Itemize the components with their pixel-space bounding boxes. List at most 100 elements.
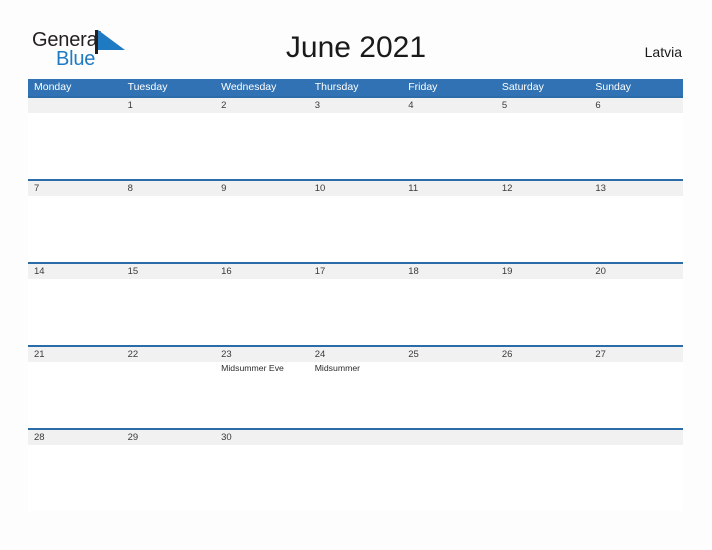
day-cell[interactable] [215,279,309,345]
day-cell[interactable] [309,445,403,511]
day-cell[interactable] [215,445,309,511]
day-number[interactable]: 27 [589,347,683,362]
day-number[interactable] [402,430,496,445]
day-cell[interactable] [402,196,496,262]
weekday-header-wednesday: Wednesday [221,81,277,93]
week-body-row [28,445,683,511]
day-cell[interactable] [215,113,309,179]
calendar-week-row: 28 29 30 [28,428,683,511]
day-cell[interactable] [589,445,683,511]
weekday-header-row: Monday Tuesday Wednesday Thursday Friday… [28,79,683,96]
page-header: General Blue June 2021 Latvia [0,0,712,78]
week-date-band: 21 22 23 24 25 26 27 [28,347,683,362]
day-number[interactable]: 3 [309,98,403,113]
day-number[interactable]: 18 [402,264,496,279]
day-cell[interactable] [402,279,496,345]
calendar-week-row: 123456 [28,96,683,179]
day-cell[interactable] [122,445,216,511]
day-number[interactable]: 15 [122,264,216,279]
day-cell[interactable] [496,279,590,345]
day-number[interactable]: 23 [215,347,309,362]
calendar-week-row: 7 8 9 10 11 12 13 [28,179,683,262]
day-cell[interactable] [589,362,683,428]
day-cell[interactable] [402,362,496,428]
weekday-header-saturday: Saturday [501,81,544,93]
week-date-band: 28 29 30 [28,430,683,445]
week-body-row [28,196,683,262]
weekday-header-thursday: Thursday [314,81,359,93]
week-body-row: Midsummer Eve Midsummer [28,362,683,428]
day-cell[interactable]: Midsummer Eve [215,362,309,428]
day-cell[interactable] [122,279,216,345]
weekday-header-friday: Friday [408,81,438,93]
day-number[interactable]: 16 [215,264,309,279]
day-number[interactable]: 10 [309,181,403,196]
calendar-weeks: 1 2 3 4 5 6 7 8 9 10 11 12 13 14 15 16 17 18 19 20 21 22 23 24 2… [28,96,683,511]
day-number[interactable]: 13 [589,181,683,196]
holiday-event-label: Midsummer [314,363,361,373]
day-number[interactable]: 24 [309,347,403,362]
week-body-row [28,113,683,179]
day-cell[interactable] [28,445,122,511]
day-number[interactable]: 21 [28,347,122,362]
weekday-header-tuesday: Tuesday [127,81,168,93]
day-number[interactable]: 20 [589,264,683,279]
day-number[interactable] [496,430,590,445]
day-cell[interactable] [28,362,122,428]
day-cell[interactable] [122,362,216,428]
holiday-event-label: Midsummer Eve [221,363,284,373]
day-number[interactable]: 12 [496,181,590,196]
calendar-week-row: 14 15 16 17 18 19 20 [28,262,683,345]
day-cell[interactable] [215,196,309,262]
day-cell[interactable] [28,279,122,345]
day-number[interactable]: 9 [215,181,309,196]
day-number[interactable]: 11 [402,181,496,196]
country-label: Latvia [644,44,682,60]
day-cell[interactable] [496,113,590,179]
day-cell[interactable] [589,113,683,179]
calendar-week-row: 21 22 23 24 25 26 27 Midsummer Eve Midsummer [28,345,683,428]
day-cell[interactable] [402,445,496,511]
day-cell[interactable] [122,196,216,262]
day-cell[interactable] [402,113,496,179]
day-number[interactable] [589,430,683,445]
day-number[interactable]: 19 [496,264,590,279]
day-number[interactable]: 7 [28,181,122,196]
day-cell[interactable] [28,113,122,179]
day-number[interactable]: 29 [122,430,216,445]
day-cell[interactable]: Midsummer [309,362,403,428]
day-cell[interactable] [496,445,590,511]
day-number[interactable]: 17 [309,264,403,279]
day-cell[interactable] [122,113,216,179]
day-number[interactable]: 4 [402,98,496,113]
week-date-band: 7 8 9 10 11 12 13 [28,181,683,196]
calendar-grid: Monday Tuesday Wednesday Thursday Friday… [28,79,683,511]
day-number[interactable]: 6 [589,98,683,113]
day-cell[interactable] [28,196,122,262]
week-body-row [28,279,683,345]
day-cell[interactable] [496,196,590,262]
day-number[interactable]: 30 [215,430,309,445]
calendar-page: General Blue June 2021 Latvia Monday Tue… [0,0,712,550]
day-cell[interactable] [496,362,590,428]
day-cell[interactable] [309,113,403,179]
day-number[interactable]: 1 [122,98,216,113]
day-cell[interactable] [589,196,683,262]
day-number[interactable]: 2 [215,98,309,113]
day-number[interactable]: 5 [496,98,590,113]
day-number[interactable]: 25 [402,347,496,362]
day-number[interactable]: 26 [496,347,590,362]
day-number[interactable]: 22 [122,347,216,362]
week-date-band: 123456 [28,98,683,113]
weekday-header-monday: Monday [34,81,72,93]
weekday-header-sunday: Sunday [595,81,631,93]
day-number[interactable]: 28 [28,430,122,445]
day-number[interactable]: 14 [28,264,122,279]
day-number[interactable] [309,430,403,445]
day-cell[interactable] [309,279,403,345]
day-number[interactable] [28,98,122,113]
day-number[interactable]: 8 [122,181,216,196]
day-cell[interactable] [589,279,683,345]
day-cell[interactable] [309,196,403,262]
week-date-band: 14 15 16 17 18 19 20 [28,264,683,279]
